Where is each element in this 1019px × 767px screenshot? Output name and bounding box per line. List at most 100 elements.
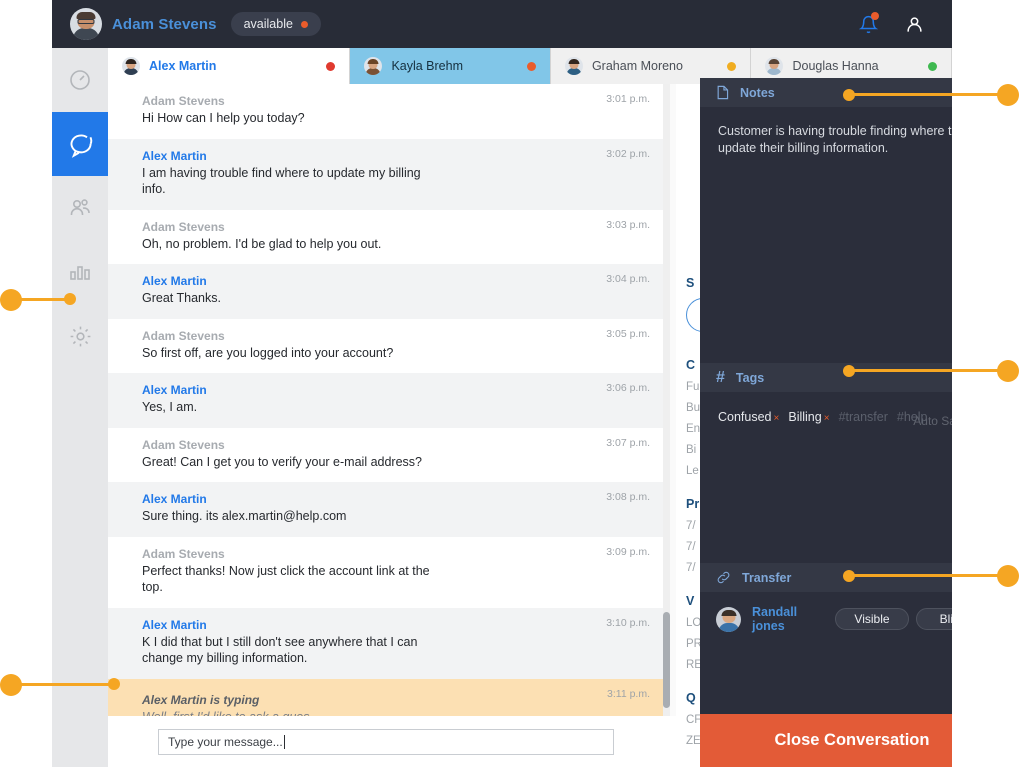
message-time: 3:03 p.m. xyxy=(606,218,650,231)
message-time: 3:10 p.m. xyxy=(606,616,650,629)
sidebar-rail xyxy=(52,48,108,767)
message-text: K I did that but I still don't see anywh… xyxy=(142,634,418,666)
message-text: Great! Can I get you to verify your e-ma… xyxy=(142,454,422,469)
callout-line-notes xyxy=(849,93,1004,96)
message-row: 3:06 p.m. Alex Martin Yes, I am. xyxy=(108,373,664,428)
tab-avatar xyxy=(364,57,383,75)
gear-icon xyxy=(70,326,90,346)
callout-line-transfer xyxy=(849,574,1004,577)
top-header: Adam Stevens available xyxy=(52,0,952,48)
sidebar-item-users[interactable] xyxy=(52,176,108,240)
tab-avatar xyxy=(564,57,583,75)
message-time: 3:02 p.m. xyxy=(606,147,650,160)
message-text: I am having trouble find where to update… xyxy=(142,165,421,197)
tab-label: Alex Martin xyxy=(149,59,217,73)
dashboard-gauge-icon xyxy=(70,70,90,90)
callout-target-typing xyxy=(108,678,120,690)
message-author: Adam Stevens xyxy=(142,94,225,108)
screenshot-root: Adam Stevens available Alex Martin Kayla… xyxy=(0,0,1019,767)
tab-alex-martin[interactable]: Alex Martin xyxy=(108,48,351,84)
callout-dot-tags xyxy=(997,360,1019,382)
sidebar-item-analytics[interactable] xyxy=(52,240,108,304)
message-author: Adam Stevens xyxy=(142,437,225,452)
message-author: Alex Martin xyxy=(142,274,207,288)
message-text: Sure thing. its alex.martin@help.com xyxy=(142,509,347,523)
transfer-visible-button[interactable]: Visible xyxy=(835,608,909,630)
message-time: 3:04 p.m. xyxy=(606,273,650,285)
transfer-buttons: Visible Blind xyxy=(835,608,952,630)
bar-chart-icon xyxy=(70,266,90,280)
notifications-button[interactable] xyxy=(856,12,880,36)
tag-chip[interactable]: Confused × xyxy=(718,408,779,426)
transfer-blind-button[interactable]: Blind xyxy=(916,608,952,630)
tag-label: Billing xyxy=(788,410,822,424)
tab-avatar xyxy=(122,57,140,75)
message-author: Alex Martin xyxy=(142,383,207,397)
app-window: Adam Stevens available Alex Martin Kayla… xyxy=(52,0,952,767)
tags-title: Tags xyxy=(735,370,765,385)
callout-dot-notes xyxy=(997,84,1019,106)
callout-dot-transfer xyxy=(997,565,1019,587)
transfer-section-header[interactable]: Transfer xyxy=(700,563,952,592)
message-text: Yes, I am. xyxy=(142,400,198,414)
message-row: 3:03 p.m. Adam Stevens Oh, no problem. I… xyxy=(108,209,664,264)
sidebar-item-settings[interactable] xyxy=(52,304,108,368)
message-row: 3:10 p.m. Alex Martin K I did that but I… xyxy=(108,607,664,679)
tag-remove-icon[interactable]: × xyxy=(824,413,830,424)
message-row: 3:05 p.m. Adam Stevens So first off, are… xyxy=(108,318,664,373)
transfer-body: Randall jones Visible Blind xyxy=(700,592,952,633)
close-conversation-button[interactable]: Close Conversation xyxy=(700,714,952,767)
tags-section-header[interactable]: # Tags xyxy=(700,363,952,392)
status-badge[interactable]: available xyxy=(230,12,321,36)
message-author: Adam Stevens xyxy=(142,328,225,343)
message-row: 3:07 p.m. Adam Stevens Great! Can I get … xyxy=(108,427,664,482)
notes-body[interactable]: Customer is having trouble finding where… xyxy=(700,107,952,158)
account-button[interactable] xyxy=(902,12,926,36)
chat-bubble-icon xyxy=(70,134,92,158)
tab-kayla-brehm[interactable]: Kayla Brehm xyxy=(350,48,551,84)
notification-badge xyxy=(871,12,879,20)
sidebar-item-dashboard[interactable] xyxy=(52,48,108,112)
composer-area: Type your message... xyxy=(108,716,676,767)
avatar xyxy=(70,8,102,40)
status-label: available xyxy=(243,17,293,31)
message-time: 3:05 p.m. xyxy=(606,327,650,340)
message-text: So first off, are you logged into your a… xyxy=(142,345,394,360)
message-time: 3:09 p.m. xyxy=(606,545,650,558)
tag-remove-icon[interactable]: × xyxy=(774,413,780,424)
page-title: Adam Stevens xyxy=(112,15,217,33)
tab-status-dot xyxy=(927,61,937,71)
message-input-value: Type your message... xyxy=(168,734,283,749)
message-text: Oh, no problem. I'd be glad to help you … xyxy=(142,236,382,251)
users-icon xyxy=(70,199,90,215)
message-list[interactable]: 3:01 p.m. Adam Stevens Hi How can I help… xyxy=(108,84,664,716)
tab-label: Kayla Brehm xyxy=(391,59,463,73)
message-author: Alex Martin xyxy=(142,148,207,163)
tab-status-dot xyxy=(727,61,737,71)
transfer-agent-name[interactable]: Randall jones xyxy=(752,605,824,633)
hash-icon: # xyxy=(716,368,725,386)
document-icon xyxy=(717,85,729,100)
typing-indicator-row: 3:11 p.m. Alex Martin is typing Well, fi… xyxy=(108,678,664,716)
message-author: Alex Martin xyxy=(142,492,207,506)
tag-suggestion[interactable]: #transfer xyxy=(839,410,888,424)
user-icon xyxy=(906,16,922,32)
conversation-tools-panel: Notes Customer is having trouble finding… xyxy=(700,78,952,767)
chat-column: 3:01 p.m. Adam Stevens Hi How can I help… xyxy=(108,84,676,767)
tag-label: Confused xyxy=(718,410,772,424)
message-input[interactable]: Type your message... xyxy=(158,728,614,755)
callout-target-notes xyxy=(843,89,855,101)
sidebar-item-chat[interactable] xyxy=(52,112,108,176)
typing-author: Alex Martin is typing xyxy=(142,692,260,707)
chat-scrollbar-thumb[interactable] xyxy=(663,612,670,708)
tag-chip[interactable]: Billing × xyxy=(788,408,829,426)
tab-status-dot xyxy=(526,61,536,71)
status-dot-icon xyxy=(300,20,308,28)
notes-text: Customer is having trouble finding where… xyxy=(718,124,952,156)
message-text: Perfect thanks! Now just click the accou… xyxy=(142,563,430,595)
message-time: 3:08 p.m. xyxy=(606,491,650,503)
tag-suggestion[interactable]: #help xyxy=(897,410,928,424)
message-row: 3:02 p.m. Alex Martin I am having troubl… xyxy=(108,138,664,210)
message-author: Adam Stevens xyxy=(142,546,225,561)
callout-line-tags xyxy=(849,369,1004,372)
